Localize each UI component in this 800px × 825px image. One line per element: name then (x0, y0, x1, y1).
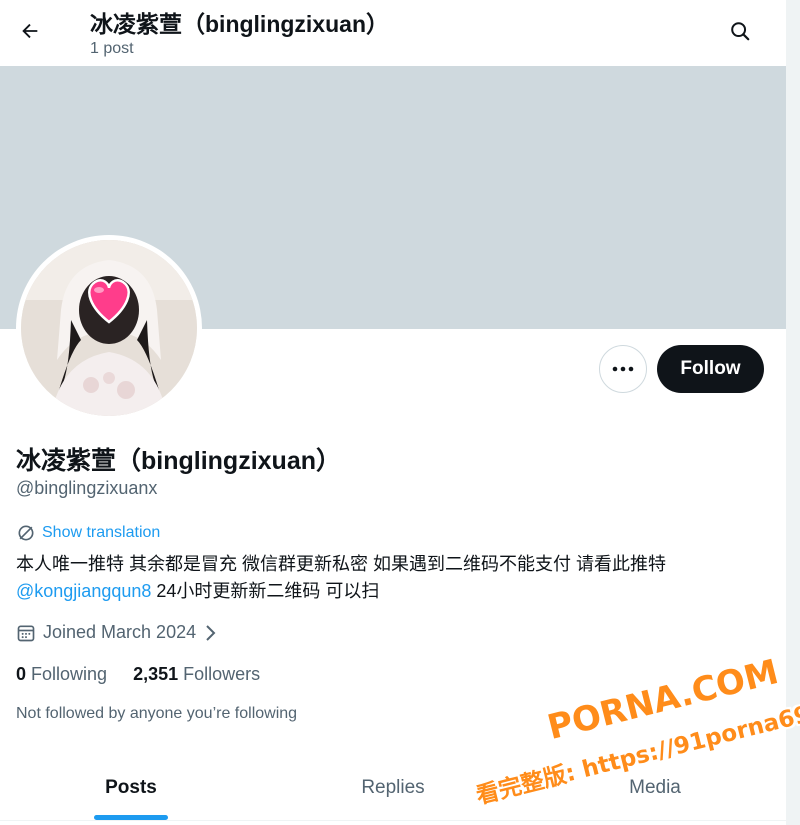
tab-media-label: Media (629, 777, 681, 798)
show-translation-link[interactable]: Show translation (16, 523, 160, 543)
display-name: 冰凌紫萱（binglingzixuan） (16, 447, 341, 475)
bio-text-1: 本人唯一推特 其余都是冒充 微信群更新私密 如果遇到二维码不能支付 请看此推特 (16, 554, 667, 574)
avatar[interactable] (16, 235, 202, 421)
followers-count: 2,351 (133, 664, 179, 684)
follow-button[interactable]: Follow (657, 345, 764, 393)
watermark-line-1: PORNA.COM (543, 652, 783, 748)
more-options-button[interactable] (599, 345, 647, 393)
following-link[interactable]: 0 Following (16, 664, 107, 685)
calendar-icon (17, 625, 35, 641)
post-count: 1 post (90, 40, 134, 57)
bio-mention-link[interactable]: @kongjiangqun8 (16, 581, 151, 601)
bio-text-2: 24小时更新新二维码 可以扫 (151, 581, 380, 601)
not-followed-notice: Not followed by anyone you’re following (16, 705, 298, 722)
user-handle: @binglingzixuanx (16, 478, 158, 498)
tab-replies[interactable]: Replies (262, 756, 524, 820)
followers-link[interactable]: 2,351 Followers (133, 664, 260, 685)
tab-posts-label: Posts (105, 777, 157, 798)
tab-media[interactable]: Media (524, 756, 786, 820)
show-translation-label: Show translation (42, 524, 161, 541)
top-bar: 冰凌紫萱（binglingzixuan） 1 post (0, 0, 786, 66)
scrollbar-track[interactable] (786, 0, 800, 825)
back-arrow-icon (22, 23, 38, 39)
tab-replies-label: Replies (361, 777, 425, 798)
translate-icon (18, 525, 34, 541)
back-button[interactable] (12, 13, 48, 49)
chevron-right-icon (206, 624, 216, 641)
following-label: Following (31, 664, 108, 684)
follow-stats: 0 Following 2,351 Followers (16, 664, 260, 685)
tab-posts[interactable]: Posts (0, 756, 262, 820)
avatar-photo (21, 240, 197, 416)
search-button[interactable] (722, 13, 758, 49)
following-count: 0 (16, 664, 27, 684)
header-title: 冰凌紫萱（binglingzixuan） (90, 11, 389, 37)
profile-tabs: Posts Replies Media (0, 756, 786, 821)
search-icon (731, 22, 750, 41)
joined-label: Joined March 2024 (43, 622, 197, 642)
joined-date[interactable]: Joined March 2024 (16, 622, 217, 643)
more-dots-icon (612, 366, 634, 372)
active-tab-indicator (94, 815, 168, 820)
profile-bio: 本人唯一推特 其余都是冒充 微信群更新私密 如果遇到二维码不能支付 请看此推特 … (16, 551, 776, 605)
followers-label: Followers (183, 664, 261, 684)
